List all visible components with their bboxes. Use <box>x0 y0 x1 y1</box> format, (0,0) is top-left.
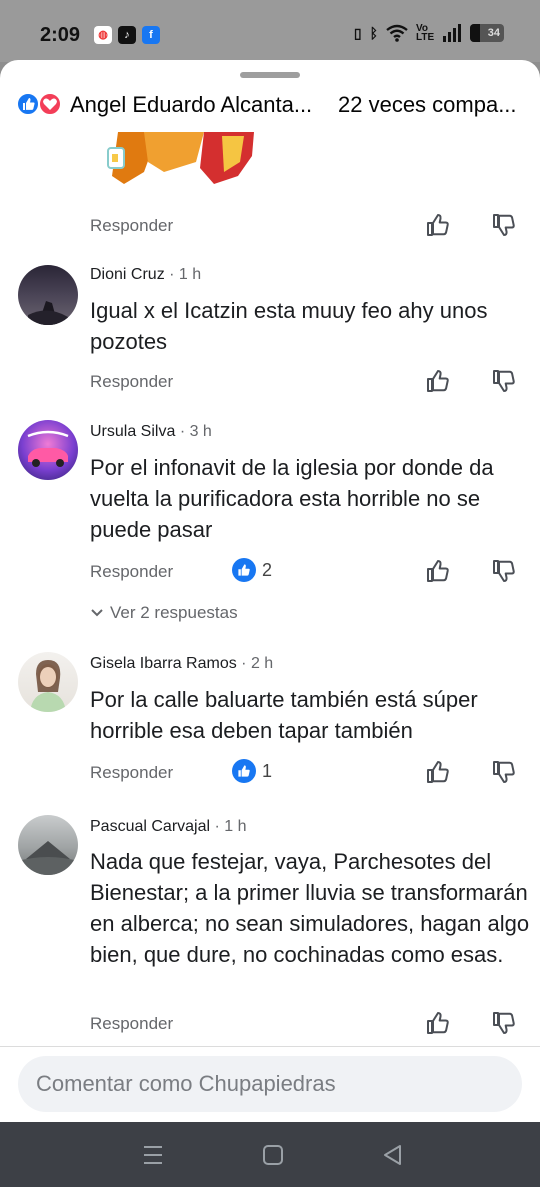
comments-sheet: Angel Eduardo Alcanta... 22 veces compa.… <box>0 60 540 1122</box>
compose-divider <box>0 1046 540 1047</box>
status-time: 2:09 <box>40 24 81 46</box>
vibrate-icon: ▯ <box>353 24 362 41</box>
comment-time: · 3 h <box>179 423 212 440</box>
dislike-icon[interactable] <box>492 1010 516 1036</box>
comment-text: Por la calle baluarte también está súper… <box>90 687 478 743</box>
comment-text: Igual x el Icatzin esta muuy feo ahy uno… <box>90 298 488 354</box>
reply-button[interactable]: Responder <box>90 372 173 392</box>
avatar[interactable] <box>18 265 78 325</box>
back-icon[interactable] <box>380 1142 406 1168</box>
comment-actions: Responder <box>90 368 530 398</box>
reply-button[interactable]: Responder <box>90 562 173 582</box>
facebook-icon: f <box>142 26 160 44</box>
like-reaction-icon <box>232 558 256 582</box>
message-app-icon: ◍ <box>94 26 112 44</box>
status-bar: 2:09 ◍ ♪ f ▯ ᛒ Vo LTE 34 <box>0 0 540 62</box>
author-name[interactable]: Pascual Carvajal <box>90 818 210 835</box>
like-count-value: 2 <box>262 559 273 580</box>
wifi-icon <box>386 24 408 42</box>
reply-button[interactable]: Responder <box>90 763 173 783</box>
comment-input-placeholder: Comentar como Chupapiedras <box>36 1071 336 1096</box>
author-name[interactable]: Dioni Cruz <box>90 266 165 283</box>
sheet-grabber[interactable] <box>240 72 300 78</box>
reaction-count[interactable]: 2 <box>232 558 272 582</box>
comment-text: Por el infonavit de la iglesia por donde… <box>90 455 494 542</box>
dislike-icon[interactable] <box>492 558 516 584</box>
like-count-value: 1 <box>262 760 273 781</box>
chevron-down-icon <box>91 609 103 617</box>
comment-author[interactable]: Pascual Carvajal · 1 h <box>90 818 247 836</box>
comment-input[interactable]: Comentar como Chupapiedras <box>18 1056 522 1112</box>
like-icon[interactable] <box>426 1010 450 1036</box>
comment-text: Nada que festejar, vaya, Parchesotes del… <box>90 849 530 967</box>
like-reaction-icon <box>232 759 256 783</box>
avatar[interactable] <box>18 815 78 875</box>
status-icons: ▯ ᛒ Vo LTE 34 <box>353 23 504 43</box>
comment-actions: Responder <box>90 1010 530 1040</box>
like-icon[interactable] <box>426 368 450 394</box>
dislike-icon[interactable] <box>492 368 516 394</box>
like-icon[interactable] <box>426 759 450 785</box>
comment-time: · 1 h <box>214 818 247 835</box>
love-reaction-icon <box>38 92 62 116</box>
tiktok-icon: ♪ <box>118 26 136 44</box>
view-replies-label: Ver 2 respuestas <box>110 603 238 622</box>
comment-actions: Responder 1 <box>90 759 530 789</box>
menu-icon[interactable] <box>140 1142 166 1168</box>
comment-actions: Responder 2 <box>90 558 530 588</box>
dislike-icon[interactable] <box>492 212 516 238</box>
like-reaction-icon <box>16 92 40 116</box>
avatar[interactable] <box>18 652 78 712</box>
avatar[interactable] <box>18 420 78 480</box>
like-icon[interactable] <box>426 212 450 238</box>
post-author-title[interactable]: Angel Eduardo Alcanta... <box>70 92 312 118</box>
signal-icon <box>443 24 461 42</box>
view-replies-button[interactable]: Ver 2 respuestas <box>90 603 238 623</box>
battery-indicator: 34 <box>470 24 504 42</box>
author-name[interactable]: Gisela Ibarra Ramos <box>90 655 237 672</box>
dislike-icon[interactable] <box>492 759 516 785</box>
comment-author[interactable]: Gisela Ibarra Ramos · 2 h <box>90 655 273 673</box>
bluetooth-icon: ᛒ <box>369 25 378 41</box>
shares-count[interactable]: 22 veces compa... <box>338 92 517 118</box>
comment-time: · 2 h <box>241 655 274 672</box>
author-name[interactable]: Ursula Silva <box>90 423 175 440</box>
reply-button[interactable]: Responder <box>90 216 173 236</box>
comment-actions: Responder <box>90 212 530 242</box>
volte-indicator: Vo LTE <box>416 23 435 43</box>
comment-time: · 1 h <box>169 266 202 283</box>
reply-button[interactable]: Responder <box>90 1014 173 1034</box>
sticker-image <box>107 132 254 184</box>
like-icon[interactable] <box>426 558 450 584</box>
system-nav-bar <box>0 1122 540 1187</box>
home-icon[interactable] <box>260 1142 286 1168</box>
comment-author[interactable]: Ursula Silva · 3 h <box>90 423 212 441</box>
reaction-count[interactable]: 1 <box>232 759 272 783</box>
comment-author[interactable]: Dioni Cruz · 1 h <box>90 266 201 284</box>
